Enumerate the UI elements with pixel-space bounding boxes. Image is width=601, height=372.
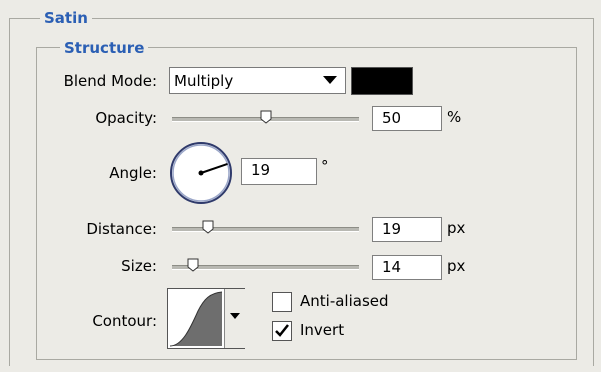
distance-unit: px: [447, 219, 466, 237]
angle-dial[interactable]: [166, 141, 236, 205]
opacity-input[interactable]: 50: [372, 106, 442, 131]
invert-checkbox[interactable]: [272, 321, 292, 341]
structure-legend: Structure: [60, 39, 149, 57]
blend-mode-value: Multiply: [174, 72, 234, 90]
angle-input[interactable]: 19: [241, 158, 317, 185]
blend-mode-select[interactable]: Multiply: [169, 67, 346, 94]
opacity-label: Opacity:: [95, 109, 157, 127]
size-input[interactable]: 14: [372, 255, 442, 280]
blend-color-swatch[interactable]: [351, 67, 413, 95]
chevron-down-icon: [230, 313, 240, 319]
anti-aliased-label[interactable]: Anti-aliased: [300, 291, 389, 311]
anti-aliased-checkbox[interactable]: [272, 292, 292, 312]
size-label: Size:: [121, 257, 157, 275]
distance-slider-thumb[interactable]: [202, 220, 214, 234]
opacity-slider-thumb[interactable]: [260, 110, 272, 124]
angle-label: Angle:: [109, 164, 157, 182]
satin-legend: Satin: [40, 9, 92, 27]
size-slider-track[interactable]: [172, 265, 359, 270]
contour-preview[interactable]: [167, 288, 245, 349]
angle-degree-symbol: °: [321, 157, 329, 175]
size-unit: px: [447, 257, 466, 275]
invert-label[interactable]: Invert: [300, 320, 344, 340]
opacity-unit: %: [447, 108, 462, 126]
distance-label: Distance:: [86, 220, 157, 238]
contour-dropdown-button[interactable]: [224, 289, 245, 348]
contour-label: Contour:: [92, 312, 157, 330]
blend-mode-label: Blend Mode:: [63, 72, 157, 90]
distance-input[interactable]: 19: [372, 217, 442, 242]
distance-slider-track[interactable]: [172, 227, 359, 232]
size-slider-thumb[interactable]: [187, 258, 199, 272]
chevron-down-icon[interactable]: [323, 76, 337, 84]
